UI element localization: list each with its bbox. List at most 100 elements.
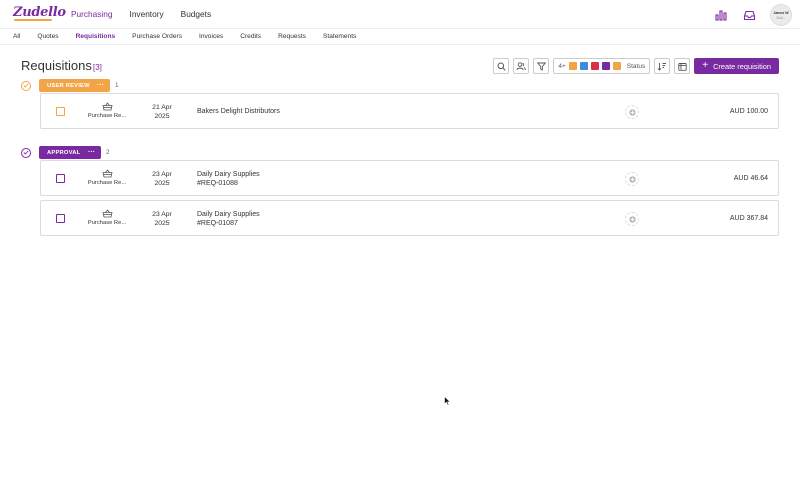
date-line-2: 2025 [154, 180, 170, 187]
group-tag-label: APPROVAL [47, 149, 81, 156]
vendor: Daily Dairy Supplies #REQ-01088 [197, 170, 260, 188]
requisition-reference: #REQ-01088 [197, 180, 238, 187]
group-select-approval[interactable] [21, 147, 31, 158]
inbox-icon[interactable] [742, 8, 756, 22]
tab-statements[interactable]: Statements [323, 33, 356, 40]
date-line-1: 23 Apr [152, 211, 172, 218]
document-type: Purchase Re... [83, 169, 131, 186]
page-title: Requisitions [21, 58, 92, 73]
tab-requests[interactable]: Requests [278, 33, 306, 40]
status-indicator[interactable] [625, 105, 639, 119]
tab-invoices[interactable]: Invoices [199, 33, 223, 40]
analytics-icon[interactable] [714, 8, 728, 22]
row-checkbox[interactable] [56, 107, 65, 116]
tab-credits[interactable]: Credits [240, 33, 261, 40]
requisition-row[interactable]: Purchase Re... 21 Apr 2025 Bakers Deligh… [40, 93, 779, 129]
group-header-approval: APPROVAL ··· 2 [21, 146, 110, 159]
legend-swatch [612, 62, 621, 70]
document-date: 23 Apr 2025 [147, 210, 177, 228]
plus-circle-icon [628, 108, 636, 116]
legend-swatch [601, 62, 610, 70]
status-tag-approval[interactable]: APPROVAL ··· [39, 146, 101, 159]
main-nav-inventory[interactable]: Inventory [130, 9, 164, 19]
group-select-user-review[interactable] [21, 80, 31, 91]
date-line-1: 21 Apr [152, 104, 172, 111]
main-nav-purchasing[interactable]: Purchasing [71, 9, 113, 19]
sort-button[interactable] [654, 58, 671, 74]
tab-quotes[interactable]: Quotes [37, 33, 58, 40]
top-bar: Zudello Purchasing Inventory Budgets Jam… [0, 0, 800, 28]
main-nav: Purchasing Inventory Budgets [71, 9, 211, 19]
row-amount: AUD 100.00 [729, 108, 768, 115]
vendor-name: Daily Dairy Supplies [197, 211, 260, 218]
document-type-label: Purchase Re... [87, 113, 127, 119]
calendar-icon [678, 62, 687, 71]
search-button[interactable] [493, 58, 510, 74]
status-indicator[interactable] [625, 172, 639, 186]
row-amount: AUD 367.84 [729, 215, 768, 222]
status-tag-user-review[interactable]: USER REVIEW ··· [39, 79, 110, 92]
sub-nav: All Quotes Requisitions Purchase Orders … [0, 28, 800, 45]
zudello-logo[interactable]: Zudello [13, 5, 66, 20]
vendor: Bakers Delight Distributors [197, 107, 280, 116]
row-checkbox[interactable] [56, 174, 65, 183]
mouse-cursor-icon [444, 396, 451, 406]
group-count: 1 [115, 82, 119, 89]
date-line-2: 2025 [154, 113, 170, 120]
user-avatar[interactable]: James W Zud... [770, 4, 792, 26]
tab-all[interactable]: All [13, 33, 20, 40]
tab-purchase-orders[interactable]: Purchase Orders [132, 33, 182, 40]
user-subtitle: Zud... [776, 15, 786, 20]
document-type-label: Purchase Re... [87, 180, 127, 186]
check-icon [23, 83, 29, 88]
legend-swatch [568, 62, 577, 70]
basket-icon [102, 169, 112, 178]
top-icons: James W Zud... [714, 4, 792, 26]
status-indicator[interactable] [625, 212, 639, 226]
requisition-row[interactable]: Purchase Re... 23 Apr 2025 Daily Dairy S… [40, 200, 779, 236]
calendar-button[interactable] [674, 58, 691, 74]
plus-circle-icon [628, 215, 636, 223]
page-count: [3] [93, 63, 102, 72]
vendor-name: Daily Dairy Supplies [197, 171, 260, 178]
check-icon [23, 150, 29, 155]
sort-icon [657, 62, 667, 71]
filter-button[interactable] [533, 58, 550, 74]
vendor: Daily Dairy Supplies #REQ-01087 [197, 210, 260, 228]
document-date: 23 Apr 2025 [147, 170, 177, 188]
group-tag-label: USER REVIEW [47, 82, 90, 89]
create-requisition-button[interactable]: + Create requisition [694, 58, 779, 74]
more-icon[interactable]: ··· [88, 149, 95, 156]
row-checkbox[interactable] [56, 214, 65, 223]
users-icon [516, 61, 527, 70]
plus-icon: + [702, 60, 709, 71]
document-type-label: Purchase Re... [87, 220, 127, 226]
users-button[interactable] [513, 58, 530, 74]
date-line-1: 23 Apr [152, 171, 172, 178]
legend-prefix: 4+ [558, 62, 566, 70]
requisition-row[interactable]: Purchase Re... 23 Apr 2025 Daily Dairy S… [40, 160, 779, 196]
logo-swoosh [14, 19, 52, 21]
basket-icon [102, 209, 112, 218]
search-icon [497, 62, 506, 71]
row-amount: AUD 46.64 [733, 175, 768, 182]
main-nav-budgets[interactable]: Budgets [181, 9, 211, 19]
document-date: 21 Apr 2025 [147, 103, 177, 121]
status-label: Status [626, 62, 646, 70]
more-icon[interactable]: ··· [97, 82, 104, 89]
tab-requisitions[interactable]: Requisitions [76, 33, 116, 40]
legend-swatch [590, 62, 599, 70]
legend-swatch [579, 62, 588, 70]
create-requisition-label: Create requisition [713, 61, 771, 71]
vendor-name: Bakers Delight Distributors [197, 108, 280, 115]
basket-icon [102, 102, 112, 111]
plus-circle-icon [628, 175, 636, 183]
toolbar: 4+ Status + Create requisition [493, 58, 779, 74]
group-header-user-review: USER REVIEW ··· 1 [21, 79, 119, 92]
document-type: Purchase Re... [83, 209, 131, 226]
requisition-reference: #REQ-01087 [197, 220, 238, 227]
filter-icon [536, 62, 546, 71]
document-type: Purchase Re... [83, 102, 131, 119]
group-count: 2 [106, 149, 110, 156]
status-legend-button[interactable]: 4+ Status [553, 58, 651, 74]
